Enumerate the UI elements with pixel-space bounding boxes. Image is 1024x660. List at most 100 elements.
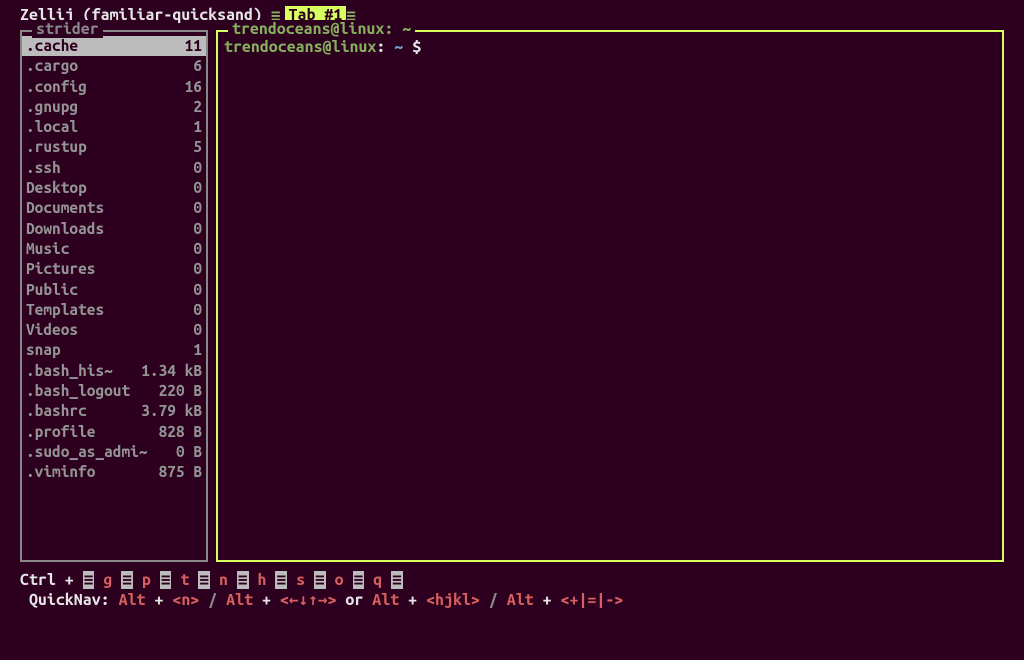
shortcut-key[interactable]: q	[373, 571, 382, 589]
file-value: 0	[193, 320, 202, 340]
file-value: 11	[185, 36, 202, 56]
strider-pane[interactable]: strider .cache11.cargo6.config16.gnupg2.…	[20, 30, 208, 562]
panes-container: strider .cache11.cargo6.config16.gnupg2.…	[20, 30, 1004, 562]
file-name: .bash_logout	[26, 381, 130, 401]
file-row[interactable]: Music0	[22, 239, 206, 259]
file-name: .viminfo	[26, 462, 95, 482]
file-row[interactable]: Documents 0	[22, 198, 206, 218]
file-value: 0	[193, 198, 202, 218]
plus-minus-key: <+|=|->	[561, 591, 624, 609]
ctrl-row: Ctrl + ≡ g ≡ p ≡ t ≡ n ≡ h ≡ s ≡ o ≡ q ≡	[20, 570, 1004, 590]
file-value: 3.79 kB	[141, 401, 202, 421]
file-list[interactable]: .cache11.cargo6.config16.gnupg2.local1.r…	[22, 32, 206, 483]
file-name: .ssh	[26, 158, 61, 178]
file-row[interactable]: Public 0	[22, 280, 206, 300]
prompt-separator: :	[376, 38, 385, 56]
file-value: 0	[193, 300, 202, 320]
file-name: Pictures	[26, 259, 95, 279]
key-bracket-icon: ≡	[83, 571, 95, 589]
file-row[interactable]: .rustup5	[22, 137, 206, 157]
file-row[interactable]: .ssh 0	[22, 158, 206, 178]
alt-key-3: Alt	[372, 591, 399, 609]
prompt-dollar: $	[412, 38, 421, 56]
key-bracket-icon: ≡	[391, 571, 403, 589]
file-row[interactable]: snap 1	[22, 340, 206, 360]
file-name: .gnupg	[26, 97, 78, 117]
alt-key-1: Alt	[119, 591, 146, 609]
file-row[interactable]: Desktop 0	[22, 178, 206, 198]
file-row[interactable]: Pictures 0	[22, 259, 206, 279]
shortcut-key[interactable]: o	[335, 571, 344, 589]
file-row[interactable]: Templates 0	[22, 300, 206, 320]
shortcut-key[interactable]: t	[180, 571, 189, 589]
file-row[interactable]: .config 16	[22, 77, 206, 97]
file-name: .bashrc	[26, 401, 87, 421]
file-value: 0	[193, 239, 202, 259]
key-bracket-icon: ≡	[121, 571, 133, 589]
key-bracket-icon: ≡	[160, 571, 172, 589]
file-value: 0	[193, 259, 202, 279]
key-bracket-icon: ≡	[198, 571, 210, 589]
key-bracket-icon: ≡	[237, 571, 249, 589]
quicknav-label: QuickNav:	[29, 591, 110, 609]
file-row[interactable]: .bashrc 3.79 kB	[22, 401, 206, 421]
file-value: 828 B	[159, 422, 202, 442]
file-name: .profile	[26, 422, 95, 442]
file-name: .rustup	[26, 137, 87, 157]
n-key: <n>	[172, 591, 199, 609]
key-bracket-icon: ≡	[353, 571, 365, 589]
file-name: Videos	[26, 320, 78, 340]
file-value: 875 B	[159, 462, 202, 482]
file-name: .bash_his~	[26, 361, 113, 381]
terminal-pane[interactable]: trendoceans@linux: ~ trendoceans@linux: …	[216, 30, 1004, 562]
shortcut-key[interactable]: g	[103, 571, 112, 589]
file-name: .local	[26, 117, 78, 137]
file-row[interactable]: Downloads0	[22, 219, 206, 239]
file-row[interactable]: .viminfo 875 B	[22, 462, 206, 482]
bottom-bar: Ctrl + ≡ g ≡ p ≡ t ≡ n ≡ h ≡ s ≡ o ≡ q ≡…	[20, 570, 1004, 610]
file-value: 0	[193, 280, 202, 300]
file-value: 6	[193, 56, 202, 76]
file-name: Documents	[26, 198, 104, 218]
file-name: Downloads	[26, 219, 104, 239]
file-value: 0	[193, 178, 202, 198]
shortcut-key[interactable]: p	[142, 571, 151, 589]
arrow-keys: <←↓↑→>	[280, 591, 336, 609]
file-name: Public	[26, 280, 78, 300]
file-name: .sudo_as_admi~	[26, 442, 148, 462]
key-bracket-icon: ≡	[314, 571, 326, 589]
strider-title: strider	[32, 20, 103, 38]
file-value: 0 B	[176, 442, 202, 462]
ctrl-label: Ctrl +	[20, 571, 74, 589]
hjkl-key: <hjkl>	[426, 591, 480, 609]
file-row[interactable]: .bash_his~1.34 kB	[22, 361, 206, 381]
file-value: 1	[193, 340, 202, 360]
file-name: .cargo	[26, 56, 78, 76]
key-bracket-icon: ≡	[275, 571, 287, 589]
terminal-title: trendoceans@linux: ~	[228, 20, 415, 38]
prompt-path: ~	[394, 38, 403, 56]
file-name: .cache	[26, 36, 78, 56]
file-value: 220 B	[159, 381, 202, 401]
file-name: snap	[26, 340, 61, 360]
file-row[interactable]: .bash_logout 220 B	[22, 381, 206, 401]
file-row[interactable]: Videos 0	[22, 320, 206, 340]
title-bar: Zellij (familiar-quicksand) ≡ Tab #1 ≡	[20, 4, 1004, 26]
quicknav-row: QuickNav: Alt + <n> / Alt + <←↓↑→> or Al…	[20, 590, 1004, 610]
shortcut-key[interactable]: h	[258, 571, 267, 589]
shortcut-key[interactable]: n	[219, 571, 228, 589]
file-row[interactable]: .cargo 6	[22, 56, 206, 76]
file-row[interactable]: .profile 828 B	[22, 422, 206, 442]
file-row[interactable]: .gnupg 2	[22, 97, 206, 117]
shortcut-key[interactable]: s	[296, 571, 305, 589]
prompt-userhost: trendoceans@linux	[224, 38, 376, 56]
file-name: .config	[26, 77, 87, 97]
file-row[interactable]: .cache 11	[22, 36, 206, 56]
file-row[interactable]: .sudo_as_admi~ 0 B	[22, 442, 206, 462]
file-name: Desktop	[26, 178, 87, 198]
file-value: 0	[193, 158, 202, 178]
file-value: 2	[193, 97, 202, 117]
file-value: 16	[185, 77, 202, 97]
file-row[interactable]: .local1	[22, 117, 206, 137]
file-name: Templates	[26, 300, 104, 320]
